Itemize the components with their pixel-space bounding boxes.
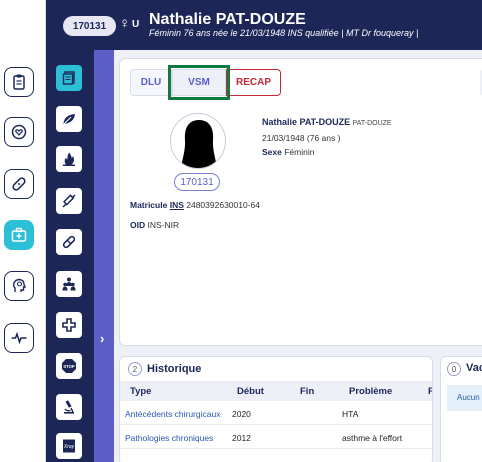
row-probleme: asthme à l'effort <box>342 433 403 443</box>
patient-identity: Nathalie PAT-DOUZE PAT-DOUZE 21/03/1948 … <box>262 115 392 159</box>
tab-vsm[interactable]: VSM <box>168 65 230 100</box>
pulse-icon[interactable] <box>4 323 34 353</box>
medical-kit-icon[interactable] <box>4 220 34 250</box>
historique-title: Historique <box>147 363 202 375</box>
identity-birthdate: 21/03/1948 (76 ans ) <box>262 133 341 143</box>
sidebar-collapse-toggle[interactable]: › <box>94 50 114 462</box>
historique-header: 2 Historique <box>128 362 201 376</box>
matricule-value: 2480392630010-64 <box>186 200 260 210</box>
medical-cross-icon[interactable] <box>56 312 82 338</box>
sex-value: Féminin <box>284 147 315 157</box>
chevron-right-icon: › <box>100 331 105 346</box>
oid-label: OID <box>130 220 146 230</box>
table-row[interactable]: Pathologies chroniques 2012 asthme à l'e… <box>120 427 432 449</box>
historique-panel: 2 Historique Type Début Fin Problème F A… <box>119 356 433 462</box>
heart-monitor-icon[interactable] <box>4 117 34 147</box>
col-f: F <box>428 386 432 397</box>
patient-header: 170131 ♀ U Nathalie PAT-DOUZE Féminin 76… <box>46 0 482 50</box>
col-fin: Fin <box>300 386 315 397</box>
microscope-icon[interactable] <box>56 394 82 420</box>
oid-value: INS-NIR <box>147 220 180 230</box>
col-debut: Début <box>237 386 264 397</box>
vaccination-count: 0 <box>447 362 461 376</box>
svg-text:STOP: STOP <box>63 364 75 369</box>
identity-name: Nathalie PAT-DOUZE <box>262 117 351 127</box>
patient-subtitle: Féminin 76 ans née le 21/03/1948 INS qua… <box>149 28 419 38</box>
row-debut: 2012 <box>232 433 251 443</box>
table-row[interactable]: Antécédents chirurgicaux 2020 HTA <box>120 403 432 425</box>
family-icon[interactable] <box>56 271 82 297</box>
tab-recap[interactable]: RECAP <box>226 69 281 96</box>
document-icon[interactable] <box>56 65 82 91</box>
leaf-icon[interactable] <box>56 106 82 132</box>
col-probleme: Problème <box>349 386 393 397</box>
section-sidebar: STOP Xray <box>46 50 94 462</box>
vaccination-title: Vac <box>466 362 482 374</box>
sex-letter: U <box>132 19 140 30</box>
row-probleme: HTA <box>342 409 359 419</box>
svg-text:Xray: Xray <box>63 444 75 450</box>
bandage-icon[interactable] <box>4 169 34 199</box>
xray-icon[interactable]: Xray <box>56 433 82 459</box>
matricule-label: Matricule <box>130 200 168 210</box>
row-debut: 2020 <box>232 409 251 419</box>
patient-id-badge: 170131 <box>63 16 116 36</box>
patient-name: Nathalie PAT-DOUZE <box>149 11 306 28</box>
vaccination-panel: 0 Vac Aucun <box>440 356 482 462</box>
clipboard-icon[interactable] <box>4 67 34 97</box>
patient-identifiers: Matricule INS 2480392630010-64 OID INS-N… <box>130 199 260 231</box>
pill-icon[interactable] <box>56 229 82 255</box>
view-tabs: DLU VSM RECAP <box>130 65 281 100</box>
tab-dlu[interactable]: DLU <box>130 69 172 96</box>
row-type[interactable]: Antécédents chirurgicaux <box>125 409 220 419</box>
syringe-icon[interactable] <box>56 188 82 214</box>
historique-count: 2 <box>128 362 142 376</box>
sex-label: Sexe <box>262 147 282 157</box>
fire-icon[interactable] <box>56 146 82 172</box>
left-icon-rail <box>0 0 46 462</box>
historique-table-header: Type Début Fin Problème F <box>120 381 432 401</box>
col-type: Type <box>130 386 152 397</box>
patient-card: DLU VSM RECAP 170131 Nathalie PAT-DOUZE … <box>119 58 482 346</box>
vaccination-empty-note: Aucun <box>447 385 482 411</box>
identity-birth-name: PAT-DOUZE <box>352 120 392 127</box>
female-icon: ♀ <box>119 15 131 32</box>
row-type[interactable]: Pathologies chroniques <box>125 433 213 443</box>
stop-sign-icon[interactable]: STOP <box>56 353 82 379</box>
avatar <box>170 113 226 169</box>
matricule-ins-label: INS <box>169 200 184 210</box>
avatar-id-badge: 170131 <box>174 173 220 191</box>
head-profile-icon[interactable] <box>4 271 34 301</box>
